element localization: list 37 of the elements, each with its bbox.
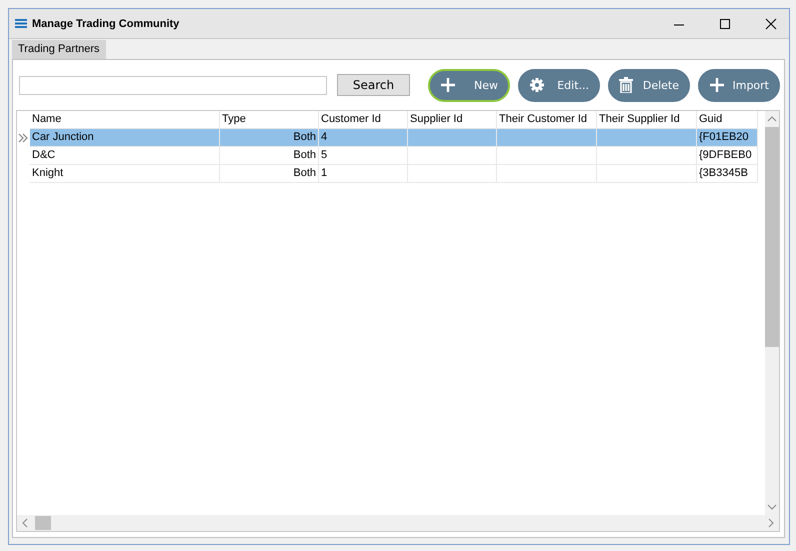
table-cell: 5 (319, 147, 408, 165)
table-cell: Both (220, 147, 319, 165)
gear-icon (529, 77, 545, 93)
scroll-left-icon[interactable] (21, 518, 29, 528)
table-row[interactable]: D&C Both 5 {9DFBEB0 (17, 147, 765, 165)
table-cell: Both (220, 129, 319, 147)
table-cell: Car Junction (30, 129, 220, 147)
maximize-icon[interactable] (719, 18, 731, 30)
table-cell: {3B3345B (697, 165, 758, 183)
table-cell: {F01EB20 (697, 129, 758, 147)
plus-icon (709, 77, 725, 93)
delete-button[interactable]: Delete (608, 68, 690, 102)
add-button[interactable]: New (428, 68, 510, 102)
row-indicator-icon (18, 133, 29, 143)
scroll-up-icon[interactable] (767, 115, 777, 123)
close-icon[interactable] (765, 18, 777, 30)
search-field[interactable] (19, 76, 327, 94)
menu-icon[interactable] (15, 19, 27, 28)
table-row[interactable]: Car Junction Both 4 {F01EB20 (17, 129, 765, 147)
tab[interactable]: Trading Partners (12, 40, 106, 59)
window-title: Manage Trading Community (32, 18, 180, 30)
edit-button[interactable]: Edit... (518, 68, 600, 102)
trash-icon (619, 77, 633, 93)
table-cell: 4 (319, 129, 408, 147)
table-cell: {9DFBEB0 (697, 147, 758, 165)
scrollbar-thumb[interactable] (35, 516, 51, 530)
table-cell: Knight (30, 165, 220, 183)
search-button[interactable]: Search (337, 74, 410, 96)
scroll-down-icon[interactable] (767, 503, 777, 511)
scroll-right-icon[interactable] (767, 518, 775, 528)
table-cell: Both (220, 165, 319, 183)
table-row[interactable]: Knight Both 1 {3B3345B (17, 165, 765, 183)
table-cell: D&C (30, 147, 220, 165)
plus-icon (440, 77, 456, 93)
table-cell: 1 (319, 165, 408, 183)
add-button[interactable]: Import (698, 68, 780, 102)
scrollbar-thumb[interactable] (765, 127, 779, 347)
